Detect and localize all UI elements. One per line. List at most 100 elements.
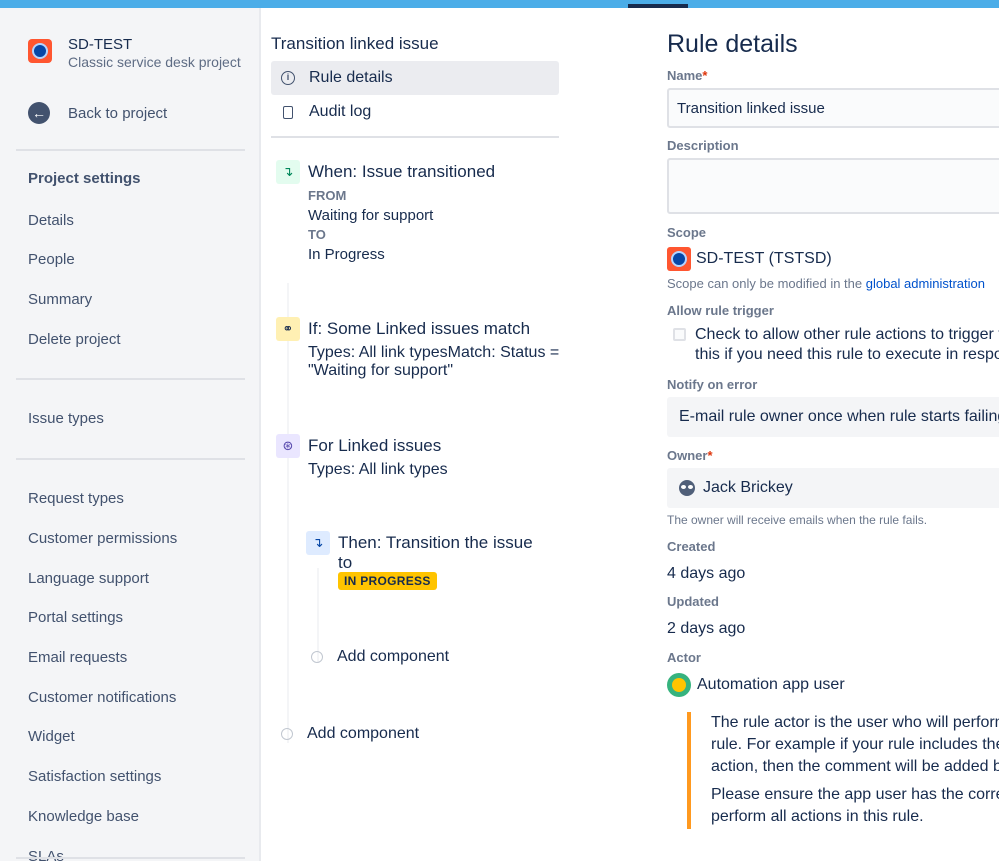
allow-rule-trigger-text: this if you need this rule to execute in… [695,346,999,363]
info-icon: i [281,71,295,85]
add-component-outer-button[interactable]: Add component [281,725,419,743]
sidebar-item-portal-settings[interactable]: Portal settings [28,609,123,626]
owner-help-text: The owner will receive emails when the r… [667,513,928,527]
sidebar-divider [16,149,245,151]
circle-icon [281,728,293,740]
sidebar-divider [16,458,245,460]
audit-log-nav[interactable]: Audit log [271,95,559,129]
updated-value: 2 days ago [667,620,746,637]
sidebar-item-delete-project[interactable]: Delete project [28,331,121,348]
transition-icon: ↴ [306,531,330,555]
notify-on-error-select[interactable]: E-mail rule owner once when rule starts … [667,397,999,437]
branch-component[interactable]: ⊛ For Linked issues Types: All link type… [276,434,556,484]
action-title-line1: Then: Transition the issue [338,533,533,552]
branch-icon: ⊛ [276,434,300,458]
branch-title: For Linked issues [308,436,442,455]
project-type: Classic service desk project [68,54,241,70]
created-value: 4 days ago [667,565,746,582]
condition-component[interactable]: ⚭ If: Some Linked issues match Types: Al… [276,317,560,387]
actor-value-row: Automation app user [667,673,845,697]
arrow-left-icon: ← [28,102,50,124]
action-component[interactable]: ↴ Then: Transition the issue to IN PROGR… [306,531,546,601]
sidebar-item-people[interactable]: People [28,251,75,268]
trigger-from-label: FROM [308,188,347,203]
allow-rule-trigger-checkbox[interactable] [673,328,686,341]
created-label: Created [667,539,716,554]
note-line: The rule actor is the user who will perf… [711,714,999,731]
sidebar-item-customer-permissions[interactable]: Customer permissions [28,530,177,547]
allow-rule-trigger-label: Allow rule trigger [667,303,774,318]
name-input[interactable]: Transition linked issue [667,88,999,128]
project-avatar-icon [28,39,52,63]
status-lozenge: IN PROGRESS [338,572,437,590]
rule-details-nav-label: Rule details [309,69,393,86]
actor-value: Automation app user [697,676,845,693]
back-to-project-link[interactable]: ← Back to project [28,102,167,124]
add-component-label: Add component [337,648,450,665]
rule-details-panel: Rule details Name* Transition linked iss… [667,8,999,861]
scope-label: Scope [667,225,707,240]
note-line: rule. For example if your rule includes … [711,736,999,753]
sidebar-item-summary[interactable]: Summary [28,291,92,308]
trigger-title: When: Issue transitioned [308,162,496,181]
scope-value: SD-TEST (TSTSD) [696,250,832,267]
page-title: Rule details [667,30,798,58]
name-label: Name* [667,68,708,83]
sidebar-item-request-types[interactable]: Request types [28,490,124,507]
notify-on-error-label: Notify on error [667,377,758,392]
sidebar-divider [16,857,245,859]
note-line: perform all actions in this rule. [711,808,924,825]
automation-avatar-icon [667,673,691,697]
top-navigation-bar [0,0,999,8]
allow-rule-trigger-text: Check to allow other rule actions to tri… [695,326,999,343]
add-component-label: Add component [307,725,420,742]
sidebar-item-knowledge-base[interactable]: Knowledge base [28,808,139,825]
rule-nav-divider [271,136,559,138]
document-icon [283,105,293,119]
sidebar: SD-TEST Classic service desk project ← B… [0,8,261,861]
scope-value-row: SD-TEST (TSTSD) [667,247,832,271]
back-label: Back to project [68,104,168,122]
add-component-inner-button[interactable]: Add component [311,648,449,666]
description-textarea[interactable] [667,158,999,214]
sidebar-heading: Project settings [28,170,141,187]
note-line: action, then the comment will be added b… [711,758,999,775]
sidebar-item-widget[interactable]: Widget [28,728,75,745]
rule-title: Transition linked issue [271,34,439,53]
link-icon: ⚭ [276,317,300,341]
global-administration-link[interactable]: global administration [866,276,985,291]
scope-note: Scope can only be modified in the global… [667,276,985,291]
actor-label: Actor [667,650,701,665]
sidebar-item-language-support[interactable]: Language support [28,570,149,587]
trigger-from-value: Waiting for support [308,207,434,224]
condition-title: If: Some Linked issues match [308,319,531,338]
owner-value: Jack Brickey [703,479,793,496]
trigger-component[interactable]: ↴ When: Issue transitioned FROM Waiting … [276,160,556,270]
condition-line2: "Waiting for support" [308,362,454,379]
circle-icon [311,651,323,663]
name-input-value: Transition linked issue [677,99,825,117]
actor-info-note: The rule actor is the user who will perf… [687,712,999,829]
project-name: SD-TEST [68,36,133,53]
project-header[interactable]: SD-TEST Classic service desk project [28,36,241,70]
transition-icon: ↴ [276,160,300,184]
rule-builder: Transition linked issue i Rule details A… [263,8,563,861]
trigger-to-label: TO [308,227,326,242]
condition-line1: Types: All link typesMatch: Status = [308,344,560,361]
owner-select[interactable]: Jack Brickey [667,468,999,508]
notify-on-error-value: E-mail rule owner once when rule starts … [679,408,999,425]
updated-label: Updated [667,594,719,609]
sidebar-item-details[interactable]: Details [28,212,74,229]
audit-log-nav-label: Audit log [309,103,372,120]
sidebar-item-satisfaction-settings[interactable]: Satisfaction settings [28,768,161,785]
action-title-line2: to [338,553,353,572]
rule-details-nav[interactable]: i Rule details [271,61,559,95]
sidebar-item-customer-notifications[interactable]: Customer notifications [28,689,176,706]
note-line: Please ensure the app user has the corre… [711,786,999,803]
owner-label: Owner* [667,448,713,463]
branch-line1: Types: All link types [308,461,448,478]
sidebar-item-email-requests[interactable]: Email requests [28,649,127,666]
description-label: Description [667,138,739,153]
sidebar-item-slas[interactable]: SLAs [28,848,64,861]
sidebar-item-issue-types[interactable]: Issue types [28,410,104,427]
